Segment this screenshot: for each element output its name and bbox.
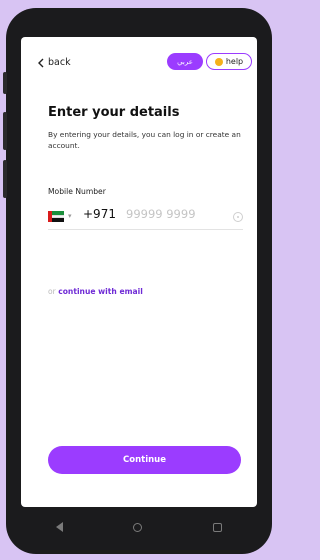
help-button[interactable]: help — [206, 53, 252, 70]
back-label: back — [48, 57, 71, 68]
email-login-row: or continue with email — [48, 287, 143, 296]
mobile-number-input[interactable] — [126, 207, 226, 221]
uae-flag-icon[interactable] — [48, 211, 64, 222]
volume-up-button — [3, 72, 7, 94]
android-nav-bar — [21, 512, 257, 542]
page-subtitle: By entering your details, you can log in… — [48, 130, 241, 150]
nav-home-icon[interactable] — [133, 522, 143, 532]
top-bar: back عربي help — [21, 53, 257, 73]
language-toggle-button[interactable]: عربي — [167, 53, 203, 70]
continue-with-email-link[interactable]: continue with email — [58, 287, 143, 296]
back-button[interactable]: back — [37, 57, 71, 68]
continue-button[interactable]: Continue — [48, 446, 241, 474]
country-code: +971 — [83, 207, 116, 221]
help-label: help — [225, 57, 244, 66]
country-dropdown-icon[interactable]: ▾ — [68, 212, 72, 220]
help-icon — [214, 57, 223, 66]
mobile-number-field: ▾ +971 — [48, 204, 243, 230]
or-text: or — [48, 287, 56, 296]
page-title: Enter your details — [48, 105, 180, 120]
power-button — [3, 160, 7, 198]
clear-input-icon[interactable] — [233, 212, 243, 222]
volume-down-button — [3, 112, 7, 150]
nav-back-icon[interactable] — [56, 522, 64, 532]
chevron-left-icon — [38, 58, 44, 67]
nav-recents-icon[interactable] — [212, 522, 222, 532]
mobile-number-label: Mobile Number — [48, 187, 106, 196]
app-screen: back عربي help Enter your details By ent… — [21, 37, 257, 507]
